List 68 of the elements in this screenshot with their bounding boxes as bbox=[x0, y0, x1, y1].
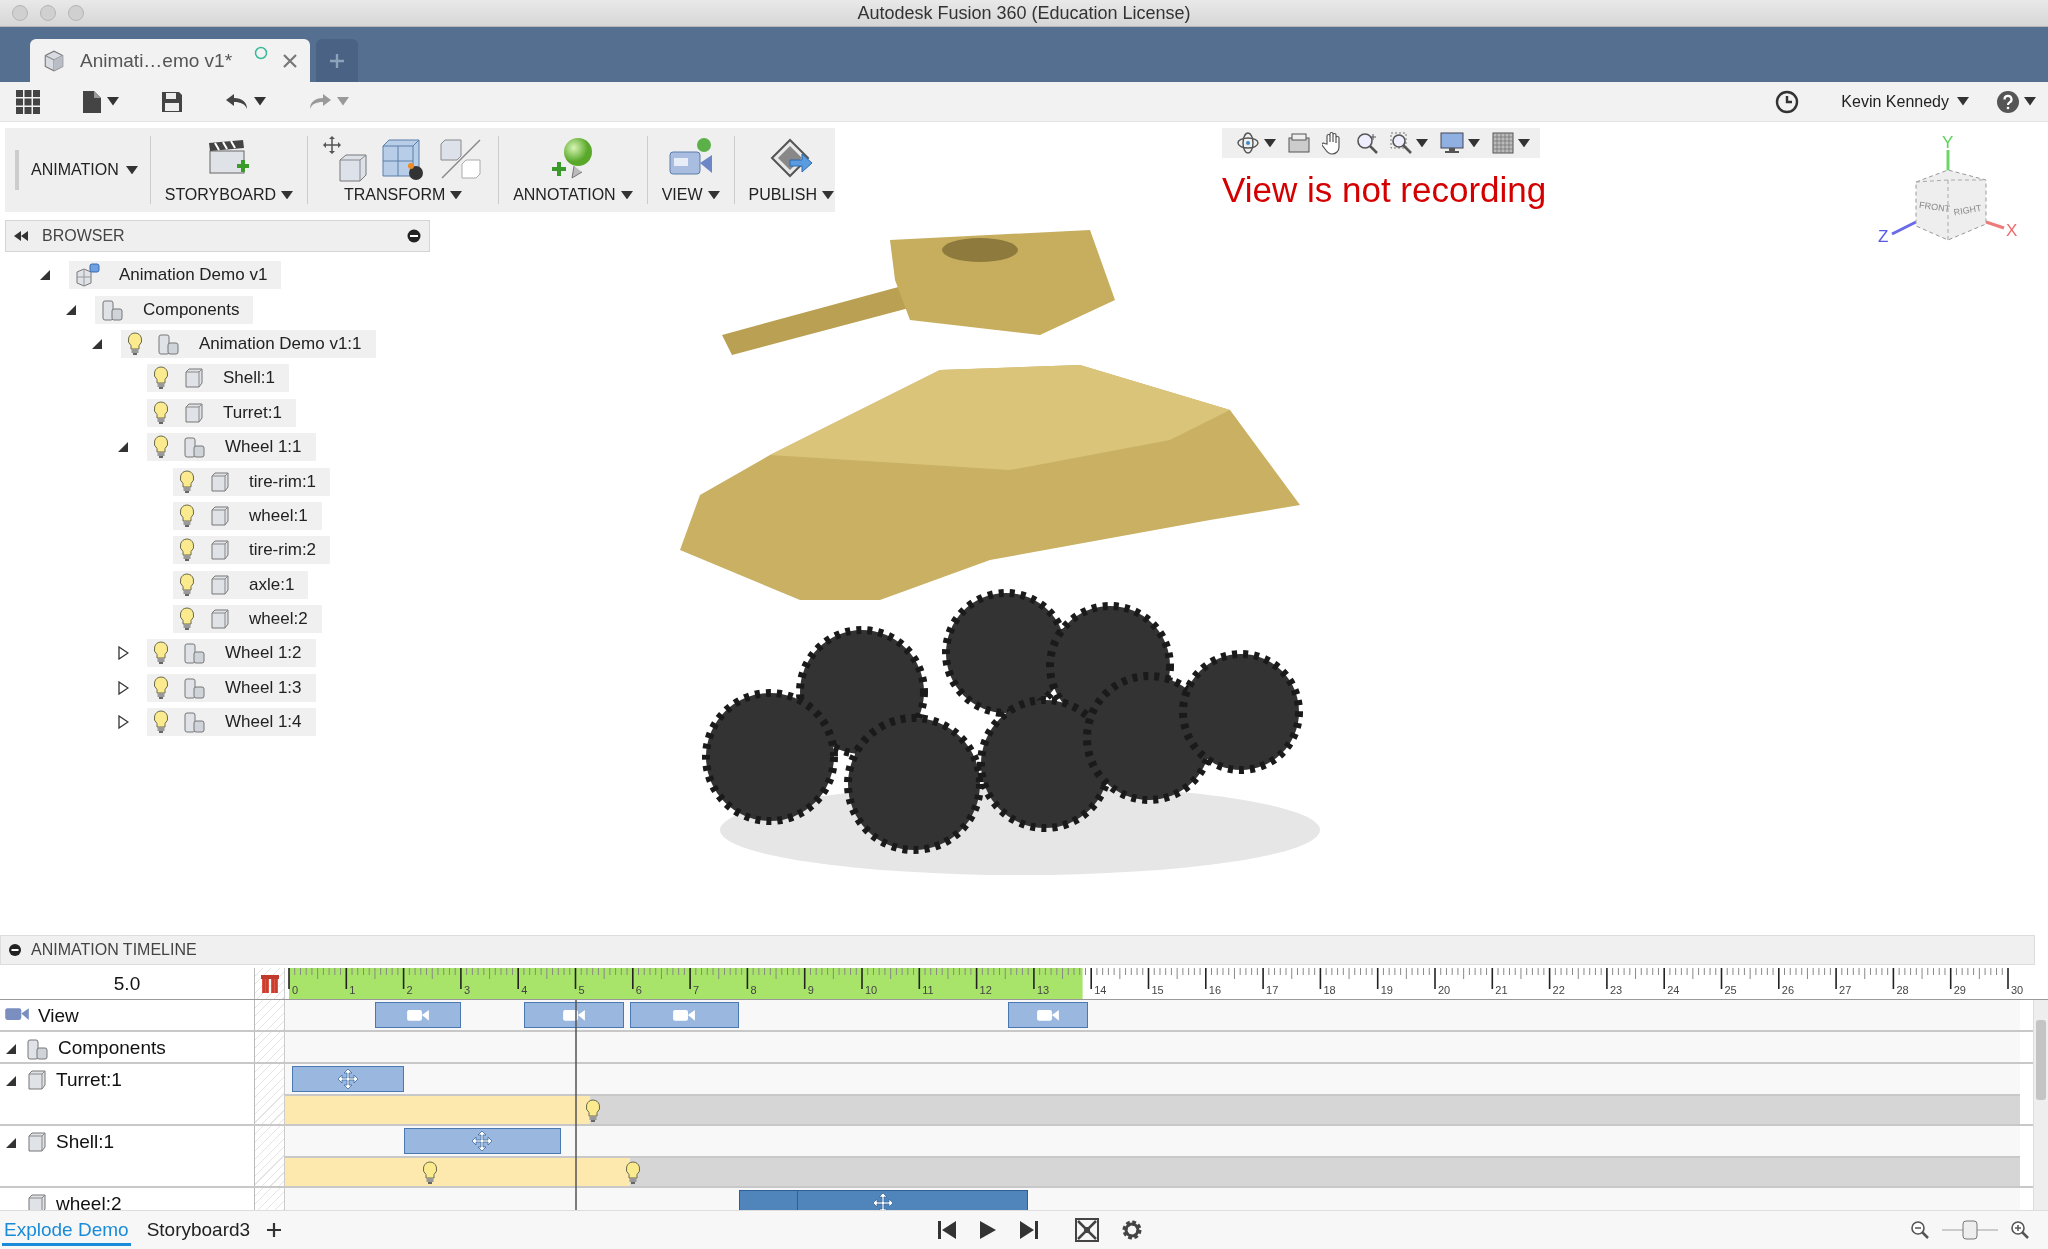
ruler-label: 4 bbox=[521, 984, 528, 996]
ruler-label: 23 bbox=[1609, 984, 1623, 996]
group-menu[interactable]: STORYBOARD bbox=[164, 186, 294, 204]
ruler-label: 5 bbox=[578, 984, 585, 996]
ruler-label: 26 bbox=[1781, 984, 1795, 996]
tree-item[interactable]: axle:1 bbox=[173, 570, 309, 599]
ruler-label: 15 bbox=[1151, 984, 1164, 996]
panel-title: ANIMATION TIMELINE bbox=[31, 941, 197, 959]
ruler-label: 19 bbox=[1380, 984, 1393, 996]
ruler-label: 10 bbox=[865, 984, 878, 996]
ruler-label: 29 bbox=[1953, 984, 1966, 996]
tree-item[interactable]: Shell:1 bbox=[147, 364, 289, 393]
ruler-label: 6 bbox=[635, 984, 642, 996]
tree-item[interactable]: Wheel 1:4 bbox=[147, 708, 316, 737]
ruler-label: 18 bbox=[1323, 984, 1336, 996]
current-time: 5.0 bbox=[112, 972, 142, 995]
ruler-label: 20 bbox=[1438, 984, 1451, 996]
tree-item[interactable]: tire-rim:2 bbox=[173, 536, 331, 565]
ruler-label: 22 bbox=[1552, 984, 1565, 996]
track-label: Turret:1 bbox=[56, 1069, 122, 1091]
tree-item[interactable]: Animation Demo v1 bbox=[69, 261, 282, 290]
ruler-label: 0 bbox=[292, 984, 299, 996]
group-menu[interactable]: PUBLISH bbox=[748, 186, 834, 204]
tree-item[interactable]: Turret:1 bbox=[147, 398, 296, 427]
tree-item[interactable]: Animation Demo v1:1 bbox=[121, 329, 376, 358]
track-label: Components bbox=[58, 1037, 166, 1059]
axis-label: X bbox=[2006, 221, 2018, 240]
ruler-label: 30 bbox=[2011, 984, 2024, 996]
ruler-label: 11 bbox=[922, 984, 934, 996]
ruler-label: 25 bbox=[1724, 984, 1737, 996]
ruler-label: 27 bbox=[1839, 984, 1852, 996]
group-menu[interactable]: TRANSFORM bbox=[343, 186, 463, 204]
user-menu[interactable]: Kevin Kennedy bbox=[1841, 92, 1969, 111]
axis-label: Y bbox=[1942, 133, 1954, 152]
ruler-label: 12 bbox=[979, 984, 992, 996]
storyboard-tab[interactable]: Storyboard3 bbox=[144, 1214, 253, 1246]
recording-status: View is not recording bbox=[1222, 170, 1547, 210]
ruler-label: 3 bbox=[463, 984, 470, 996]
ruler-label: 13 bbox=[1036, 984, 1050, 996]
track-label: View bbox=[38, 1005, 79, 1027]
panel-title: BROWSER bbox=[42, 227, 126, 245]
tree-item[interactable]: Components bbox=[95, 295, 254, 324]
tree-item[interactable]: wheel:2 bbox=[173, 605, 322, 634]
ruler-label: 28 bbox=[1896, 984, 1909, 996]
tree-item[interactable]: wheel:1 bbox=[173, 501, 322, 530]
group-menu[interactable]: VIEW bbox=[661, 186, 720, 204]
ruler-label: 9 bbox=[807, 984, 814, 996]
track-label: Shell:1 bbox=[56, 1131, 115, 1153]
ruler-label: 21 bbox=[1495, 984, 1508, 996]
workspace-menu[interactable]: ANIMATION bbox=[31, 136, 151, 204]
ruler-label: 8 bbox=[750, 984, 757, 996]
ruler-label: 7 bbox=[693, 984, 700, 996]
ruler-label: 1 bbox=[349, 984, 356, 996]
ruler-label: 14 bbox=[1094, 984, 1107, 996]
tree-item[interactable]: Wheel 1:2 bbox=[147, 639, 316, 668]
axis-label: Z bbox=[1878, 227, 1889, 246]
tree-item[interactable]: Wheel 1:1 bbox=[147, 433, 316, 462]
ruler-label: 16 bbox=[1208, 984, 1222, 996]
ruler-label: 2 bbox=[406, 984, 413, 996]
window-title: Autodesk Fusion 360 (Education License) bbox=[857, 2, 1191, 23]
tree-item[interactable]: Wheel 1:3 bbox=[147, 673, 316, 702]
ruler-label: 24 bbox=[1667, 984, 1680, 996]
time-ruler[interactable]: 0 1 2 3 4 5 6 7 8 9 10 11 12 13 14 15 16 17 18 19 20 21 22 23 24 25 26 27 28 29 30 bbox=[285, 968, 2037, 999]
track-label: wheel:2 bbox=[56, 1193, 122, 1210]
ruler-label: 17 bbox=[1266, 984, 1279, 996]
group-menu[interactable]: ANNOTATION bbox=[513, 186, 633, 204]
tree-item[interactable]: tire-rim:1 bbox=[173, 467, 331, 496]
document-tab[interactable]: Animati…emo v1* bbox=[30, 39, 310, 82]
